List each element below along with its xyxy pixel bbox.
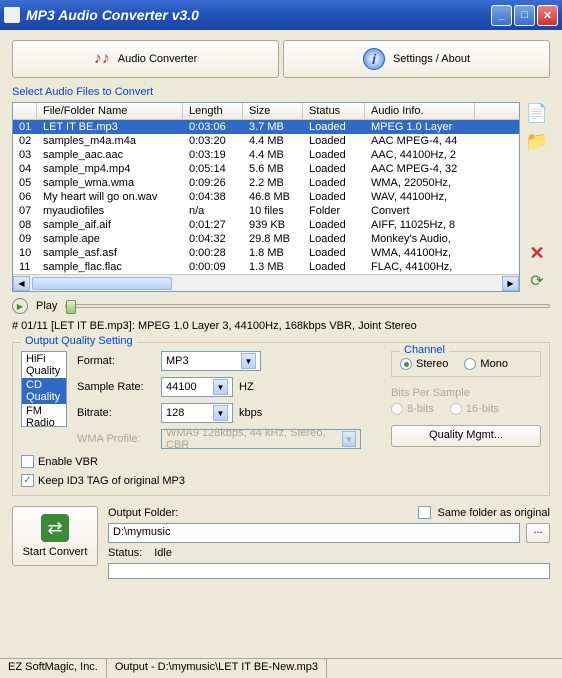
scroll-left-icon[interactable]: ◀ bbox=[13, 276, 30, 291]
channel-group: Channel Stereo Mono bbox=[391, 351, 541, 377]
refresh-icon[interactable]: ⟳ bbox=[526, 270, 548, 292]
convert-arrows-icon: ⇄ bbox=[41, 514, 69, 542]
play-icon[interactable]: ▶ bbox=[12, 298, 28, 314]
output-folder-label: Output Folder: bbox=[108, 507, 178, 519]
quality-item[interactable]: FM Radio Quality bbox=[22, 404, 66, 427]
vbr-checkbox[interactable] bbox=[21, 455, 34, 468]
chevron-down-icon[interactable]: ▼ bbox=[213, 379, 228, 395]
output-path-label: Output - D:\mymusic\LET IT BE-New.mp3 bbox=[107, 659, 327, 678]
title-bar: MP3 Audio Converter v3.0 _ □ ✕ bbox=[0, 0, 562, 30]
mono-radio[interactable]: Mono bbox=[464, 358, 508, 370]
samplerate-label: Sample Rate: bbox=[77, 381, 155, 393]
close-button[interactable]: ✕ bbox=[537, 5, 558, 26]
chevron-down-icon[interactable]: ▼ bbox=[241, 353, 256, 369]
table-row[interactable]: 01LET IT BE.mp30:03:063.7 MBLoadedMPEG 1… bbox=[13, 120, 519, 134]
quality-item[interactable]: CD Quality bbox=[22, 378, 66, 404]
col-status[interactable]: Status bbox=[303, 103, 365, 119]
file-table[interactable]: File/Folder Name Length Size Status Audi… bbox=[12, 102, 520, 292]
table-row[interactable]: 06My heart will go on.wav0:04:3846.8 MBL… bbox=[13, 190, 519, 204]
play-label: Play bbox=[36, 300, 57, 312]
status-value: Idle bbox=[154, 547, 172, 559]
chevron-down-icon: ▼ bbox=[342, 431, 356, 447]
music-note-icon: ♪♪ bbox=[94, 50, 110, 68]
same-folder-checkbox[interactable] bbox=[418, 506, 431, 519]
stereo-radio[interactable]: Stereo bbox=[400, 358, 448, 370]
8bits-radio: 8-bits bbox=[391, 403, 434, 415]
table-row[interactable]: 08sample_aif.aif0:01:27939 KBLoadedAIFF,… bbox=[13, 218, 519, 232]
status-label: Status: bbox=[108, 547, 142, 559]
bits-legend: Bits Per Sample bbox=[391, 387, 541, 399]
bitrate-select[interactable]: 128▼ bbox=[161, 403, 233, 423]
vbr-label: Enable VBR bbox=[38, 456, 98, 468]
table-row[interactable]: 04sample_mp4.mp40:05:145.6 MBLoadedAAC M… bbox=[13, 162, 519, 176]
table-row[interactable]: 09sample.ape0:04:3229.8 MBLoadedMonkey's… bbox=[13, 232, 519, 246]
bitrate-label: Bitrate: bbox=[77, 407, 155, 419]
scroll-right-icon[interactable]: ▶ bbox=[502, 276, 519, 291]
add-file-icon[interactable]: 📄 bbox=[526, 102, 548, 124]
16bits-radio: 16-bits bbox=[450, 403, 499, 415]
same-folder-label: Same folder as original bbox=[437, 507, 550, 519]
id3-label: Keep ID3 TAG of original MP3 bbox=[38, 475, 185, 487]
quality-legend: Output Quality Setting bbox=[21, 335, 137, 347]
quality-mgmt-button[interactable]: Quality Mgmt... bbox=[391, 425, 541, 447]
table-row[interactable]: 02samples_m4a.m4a0:03:204.4 MBLoadedAAC … bbox=[13, 134, 519, 148]
table-row[interactable]: 07myaudiofilesn/a10 filesFolderConvert bbox=[13, 204, 519, 218]
play-slider[interactable] bbox=[65, 304, 550, 308]
hz-label: HZ bbox=[239, 381, 254, 393]
horizontal-scrollbar[interactable]: ◀ ▶ bbox=[13, 274, 519, 291]
settings-about-button[interactable]: i Settings / About bbox=[283, 40, 550, 78]
maximize-button[interactable]: □ bbox=[514, 5, 535, 26]
remove-icon[interactable]: ✕ bbox=[526, 242, 548, 264]
table-row[interactable]: 03sample_aac.aac0:03:194.4 MBLoadedAAC, … bbox=[13, 148, 519, 162]
slider-thumb[interactable] bbox=[66, 300, 76, 314]
format-select[interactable]: MP3▼ bbox=[161, 351, 261, 371]
id3-checkbox[interactable]: ✓ bbox=[21, 474, 34, 487]
app-icon bbox=[4, 7, 20, 23]
table-header: File/Folder Name Length Size Status Audi… bbox=[13, 103, 519, 120]
start-convert-label: Start Convert bbox=[23, 546, 88, 558]
quality-list[interactable]: HiFi QualityCD QualityFM Radio QualityAM… bbox=[21, 351, 67, 427]
output-folder-input[interactable]: D:\mymusic bbox=[108, 523, 520, 543]
window-title: MP3 Audio Converter v3.0 bbox=[26, 7, 491, 23]
table-row[interactable]: 10sample_asf.asf0:00:281.8 MBLoadedWMA, … bbox=[13, 246, 519, 260]
table-row[interactable]: 11sample_flac.flac0:00:091.3 MBLoadedFLA… bbox=[13, 260, 519, 274]
company-label: EZ SoftMagic, Inc. bbox=[0, 659, 107, 678]
wma-profile-label: WMA Profile: bbox=[77, 433, 155, 445]
col-size[interactable]: Size bbox=[243, 103, 303, 119]
kbps-label: kbps bbox=[239, 407, 262, 419]
samplerate-select[interactable]: 44100▼ bbox=[161, 377, 233, 397]
col-length[interactable]: Length bbox=[183, 103, 243, 119]
browse-button[interactable]: ... bbox=[526, 523, 550, 543]
chevron-down-icon[interactable]: ▼ bbox=[213, 405, 228, 421]
audio-converter-button[interactable]: ♪♪ Audio Converter bbox=[12, 40, 279, 78]
format-label: Format: bbox=[77, 355, 155, 367]
info-icon: i bbox=[363, 48, 385, 70]
settings-about-label: Settings / About bbox=[393, 53, 470, 65]
minimize-button[interactable]: _ bbox=[491, 5, 512, 26]
quality-group: Output Quality Setting HiFi QualityCD Qu… bbox=[12, 342, 550, 496]
col-info[interactable]: Audio Info. bbox=[365, 103, 475, 119]
audio-converter-label: Audio Converter bbox=[118, 53, 198, 65]
wma-profile-select: WMA9 128kbps, 44 kHz, Stereo, CBR▼ bbox=[161, 429, 361, 449]
status-bar: EZ SoftMagic, Inc. Output - D:\mymusic\L… bbox=[0, 658, 562, 678]
progress-bar bbox=[108, 563, 550, 579]
select-files-label: Select Audio Files to Convert bbox=[12, 86, 550, 98]
start-convert-button[interactable]: ⇄ Start Convert bbox=[12, 506, 98, 566]
table-row[interactable]: 05sample_wma.wma0:09:262.2 MBLoadedWMA, … bbox=[13, 176, 519, 190]
quality-item[interactable]: HiFi Quality bbox=[22, 352, 66, 378]
col-name[interactable]: File/Folder Name bbox=[37, 103, 183, 119]
channel-legend: Channel bbox=[400, 344, 449, 356]
file-info-text: # 01/11 [LET IT BE.mp3]: MPEG 1.0 Layer … bbox=[12, 320, 550, 332]
scroll-thumb[interactable] bbox=[32, 277, 172, 290]
add-folder-icon[interactable]: 📁 bbox=[526, 130, 548, 152]
